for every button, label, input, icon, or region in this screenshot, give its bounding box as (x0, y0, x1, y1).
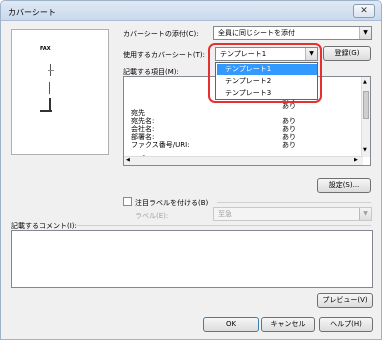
preview-line (40, 110, 52, 112)
preview-line (48, 70, 54, 71)
attach-select[interactable]: 全員に同じシートを添付 ▼ (213, 26, 372, 40)
window-title: カバーシート (8, 8, 56, 17)
label-select[interactable]: 至急 ▼ (213, 207, 372, 221)
close-icon: ✕ (360, 6, 368, 16)
attach-label: カバーシートの添付(C): (123, 30, 199, 38)
highlight-callout (208, 43, 322, 103)
cover-sheet-preview: FAX (11, 29, 109, 155)
list-vertical-scrollbar[interactable]: ▲ ▼ (361, 77, 370, 157)
register-button[interactable]: 登録(G) (323, 46, 371, 61)
attention-label-text: 注目ラベルを付ける(B) (135, 199, 209, 207)
scrollbar-thumb[interactable] (363, 91, 369, 119)
attach-select-value: 全員に同じシートを添付 (218, 29, 295, 37)
chevron-down-icon: ▼ (359, 27, 371, 39)
preview-button[interactable]: プレビュー(V) (317, 293, 373, 308)
preview-line (49, 82, 50, 94)
label-field-label: ラベル(E): (135, 212, 169, 220)
use-cover-sheet-label: 使用するカバーシート(T): (123, 51, 205, 59)
attention-label-checkbox[interactable] (123, 197, 132, 206)
chevron-down-icon: ▼ (359, 208, 371, 220)
list-horizontal-scrollbar[interactable]: ◀ ▶ (124, 156, 363, 165)
help-button[interactable]: ヘルプ(H) (319, 317, 373, 332)
preview-fax-label: FAX (40, 46, 51, 52)
label-select-value: 至急 (218, 210, 232, 218)
title-bar: カバーシート ✕ (1, 1, 381, 21)
group-divider (217, 202, 371, 203)
scroll-right-icon[interactable]: ▶ (354, 157, 358, 163)
scroll-up-icon[interactable]: ▲ (363, 79, 367, 85)
settings-button[interactable]: 設定(S)... (317, 178, 371, 193)
group-divider (77, 225, 371, 226)
cover-sheet-dialog: カバーシート ✕ FAX カバーシートの添付(C): 全員に同じシートを添付 ▼… (0, 0, 382, 340)
scroll-left-icon[interactable]: ◀ (126, 157, 130, 163)
ok-button[interactable]: OK (203, 317, 259, 332)
scroll-down-icon[interactable]: ▼ (363, 147, 367, 153)
comment-textarea[interactable] (11, 230, 373, 288)
list-item: ファクス番号/URI: (131, 141, 190, 149)
cancel-button[interactable]: キャンセル (261, 317, 315, 332)
close-button[interactable]: ✕ (353, 4, 375, 18)
list-item-value: あり (282, 141, 296, 149)
